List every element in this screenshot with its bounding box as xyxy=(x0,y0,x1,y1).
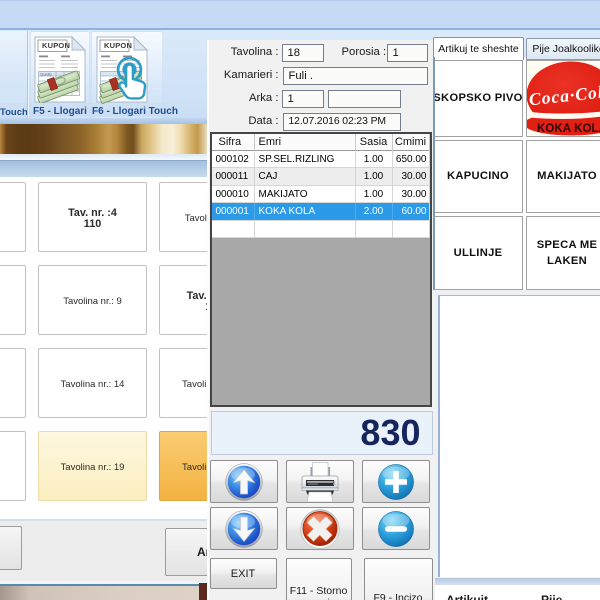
svg-text:KUPON: KUPON xyxy=(42,41,70,50)
svg-text:Quantity: Quantity xyxy=(40,73,52,77)
svg-text:KUPON: KUPON xyxy=(104,41,132,50)
